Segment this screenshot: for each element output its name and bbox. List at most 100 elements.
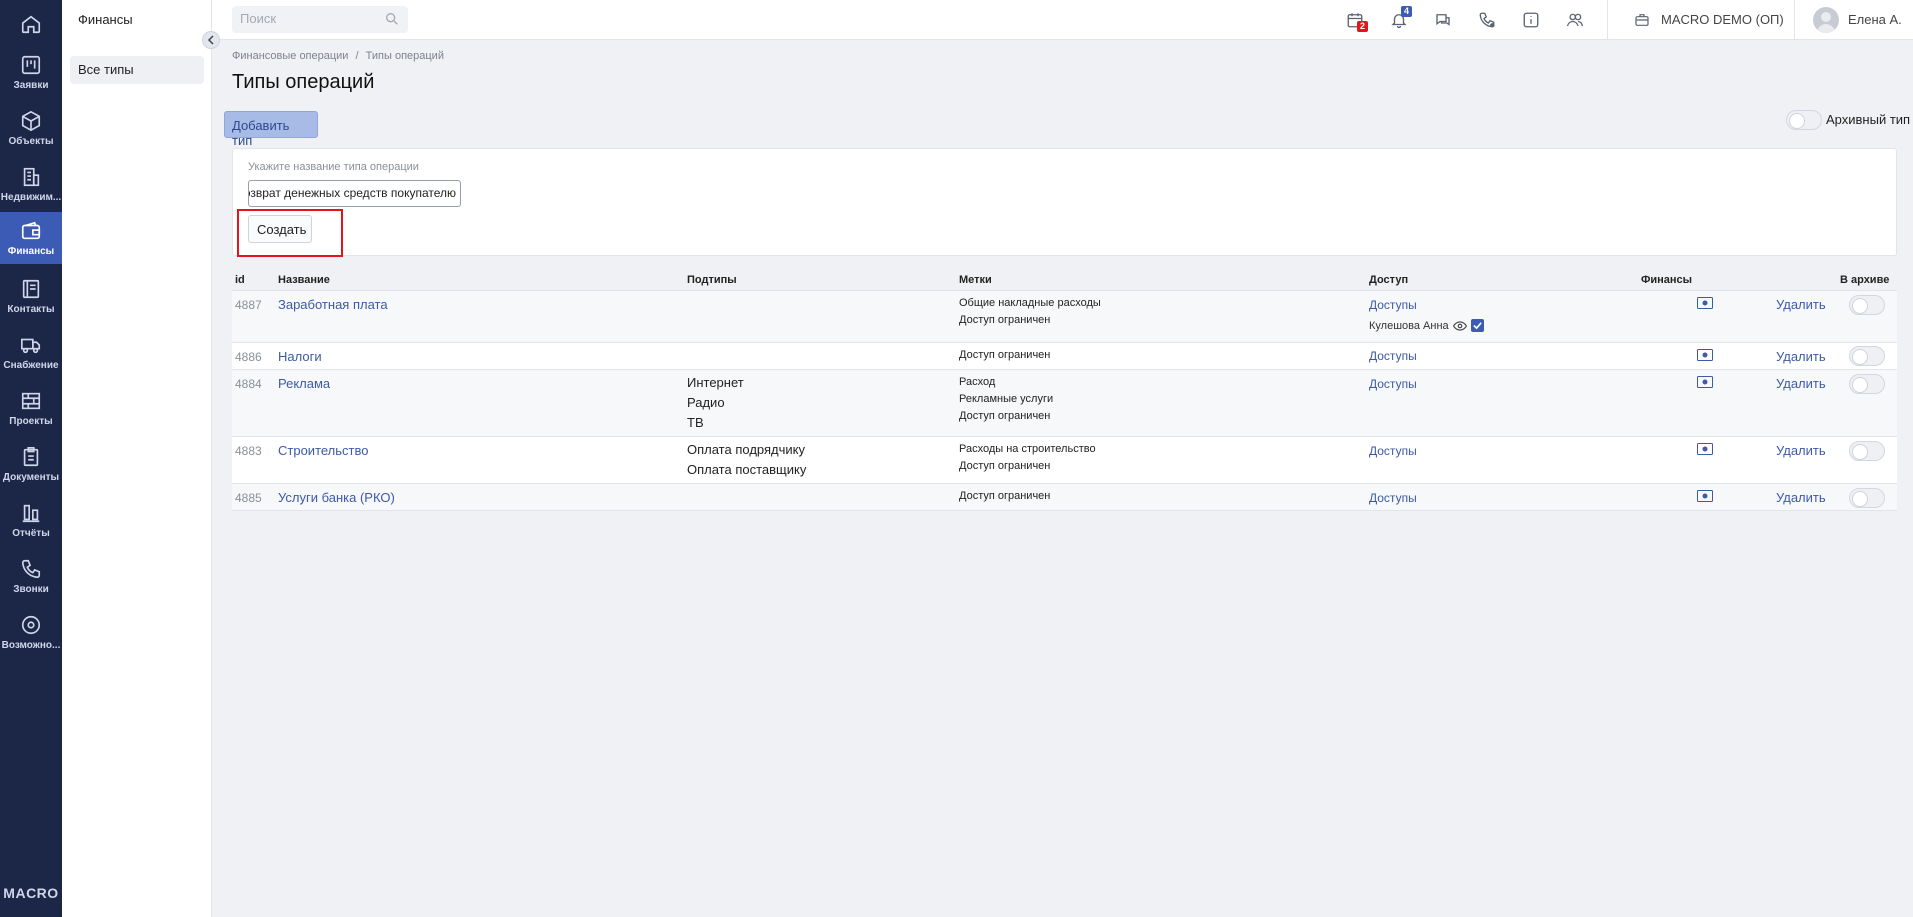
breadcrumb: Финансовые операции / Типы операций <box>232 50 444 62</box>
main-nav: Заявки Объекты Недвижим... Финансы Конта… <box>0 0 62 917</box>
finance-button[interactable] <box>1697 443 1713 458</box>
add-type-button[interactable]: Добавить тип <box>224 111 318 148</box>
subtype: Интернет <box>687 375 744 390</box>
delete-link[interactable]: Удалить <box>1776 490 1826 505</box>
nav-item-contacts[interactable]: Контакты <box>0 270 62 322</box>
nav-item-finance[interactable]: Финансы <box>0 212 62 264</box>
home-icon <box>21 15 41 34</box>
phone-icon <box>21 559 41 579</box>
eye-icon[interactable] <box>1452 320 1467 331</box>
column-header-id: id <box>235 274 245 286</box>
nav-item-calls[interactable]: Звонки <box>0 550 62 602</box>
company-switcher-icon-wrap[interactable] <box>1631 9 1653 31</box>
search-icon <box>386 12 398 25</box>
check-icon <box>1472 322 1482 330</box>
team-button[interactable] <box>1564 9 1586 31</box>
delete-link[interactable]: Удалить <box>1776 349 1826 364</box>
calendar-button[interactable]: 2 <box>1344 9 1369 32</box>
row-tags: Доступ ограничен <box>959 488 1050 505</box>
nav-item-features[interactable]: Возможно... <box>0 606 62 658</box>
tag: Общие накладные расходы <box>959 297 1101 309</box>
finance-button[interactable] <box>1697 349 1713 364</box>
nav-label: Заявки <box>13 80 49 91</box>
finance-button[interactable] <box>1697 490 1713 505</box>
chat-button[interactable] <box>1432 9 1454 31</box>
home-button[interactable] <box>0 8 62 40</box>
archive-toggle[interactable] <box>1849 374 1885 394</box>
type-name-label: Укажите название типа операции <box>248 161 419 173</box>
nav-label: Звонки <box>13 584 49 595</box>
archive-toggle[interactable] <box>1849 488 1885 508</box>
money-icon <box>1697 443 1713 455</box>
access-link[interactable]: Доступы <box>1369 377 1417 391</box>
nav-item-requests[interactable]: Заявки <box>0 46 62 98</box>
brand-logo: MACRO <box>3 885 59 901</box>
finance-button[interactable] <box>1697 297 1713 312</box>
row-name-link[interactable]: Строительство <box>278 443 368 458</box>
delete-link[interactable]: Удалить <box>1776 297 1826 312</box>
row-id: 4885 <box>235 491 262 505</box>
row-name-link[interactable]: Налоги <box>278 349 322 364</box>
column-header-finance: Финансы <box>1641 274 1693 286</box>
create-button[interactable]: Создать <box>248 215 312 243</box>
archive-toggle[interactable] <box>1849 295 1885 315</box>
telephony-button[interactable] <box>1476 9 1498 31</box>
wallet-icon <box>21 221 41 240</box>
subtype: Оплата подрядчику <box>687 442 805 457</box>
tag: Рекламные услуги <box>959 393 1054 405</box>
breadcrumb-parent[interactable]: Финансовые операции <box>232 50 348 62</box>
divider <box>1607 0 1608 40</box>
subtype: ТВ <box>687 415 704 430</box>
bricks-icon <box>21 392 41 410</box>
column-header-archive: В архиве <box>1840 274 1890 286</box>
archive-toggle[interactable] <box>1849 346 1885 366</box>
collapse-sidebar-button[interactable] <box>202 31 220 49</box>
access-checkbox[interactable] <box>1470 319 1484 332</box>
money-icon <box>1697 376 1713 388</box>
row-name-link[interactable]: Заработная плата <box>278 297 388 312</box>
column-header-tags: Метки <box>959 274 992 286</box>
nav-item-projects[interactable]: Проекты <box>0 382 62 434</box>
nav-label: Документы <box>2 472 60 483</box>
access-link[interactable]: Доступы <box>1369 491 1417 505</box>
nav-item-supply[interactable]: Снабжение <box>0 326 62 378</box>
row-id: 4883 <box>235 444 262 458</box>
row-name-link[interactable]: Реклама <box>278 376 330 391</box>
access-link[interactable]: Доступы <box>1369 349 1417 363</box>
info-button[interactable] <box>1520 9 1542 31</box>
nav-item-objects[interactable]: Объекты <box>0 102 62 154</box>
money-icon <box>1697 297 1713 309</box>
type-name-input[interactable]: Возврат денежных средств покупателю <box>248 180 461 207</box>
row-subtypes: Интернет Радио ТВ <box>687 373 744 433</box>
table-row: 4884 Реклама Интернет Радио ТВ Расход Ре… <box>232 369 1897 436</box>
user-name[interactable]: Елена А. <box>1848 12 1902 27</box>
delete-link[interactable]: Удалить <box>1776 443 1826 458</box>
nav-item-realty[interactable]: Недвижим... <box>0 158 62 210</box>
row-subtypes: Оплата подрядчику Оплата поставщику <box>687 440 806 480</box>
nav-label: Отчёты <box>12 528 50 539</box>
divider <box>1794 0 1795 40</box>
money-icon <box>1697 490 1713 502</box>
nav-item-documents[interactable]: Документы <box>0 438 62 490</box>
briefcase-icon <box>1635 14 1649 26</box>
search-input[interactable]: Поиск <box>232 6 408 33</box>
subnav-item-all-types[interactable]: Все типы <box>70 56 204 84</box>
access-link[interactable]: Доступы <box>1369 298 1417 312</box>
access-link[interactable]: Доступы <box>1369 444 1417 458</box>
notifications-badge: 4 <box>1401 6 1413 17</box>
row-name-link[interactable]: Услуги банка (РКО) <box>278 490 395 505</box>
row-tags: Расходы на строительство Доступ ограниче… <box>959 441 1096 475</box>
nav-item-reports[interactable]: Отчёты <box>0 494 62 546</box>
nav-label: Проекты <box>9 416 53 427</box>
breadcrumb-current: Типы операций <box>365 50 444 62</box>
finance-button[interactable] <box>1697 376 1713 391</box>
truck-icon <box>21 338 41 354</box>
archive-type-toggle[interactable] <box>1786 110 1822 130</box>
company-name[interactable]: MACRO DEMO (ОП) <box>1661 12 1784 27</box>
archive-toggle[interactable] <box>1849 441 1885 461</box>
gear-icon <box>21 615 41 635</box>
delete-link[interactable]: Удалить <box>1776 376 1826 391</box>
avatar[interactable] <box>1813 7 1839 33</box>
notifications-button[interactable]: 4 <box>1388 6 1413 31</box>
access-user-name: Кулешова Анна <box>1369 319 1449 332</box>
